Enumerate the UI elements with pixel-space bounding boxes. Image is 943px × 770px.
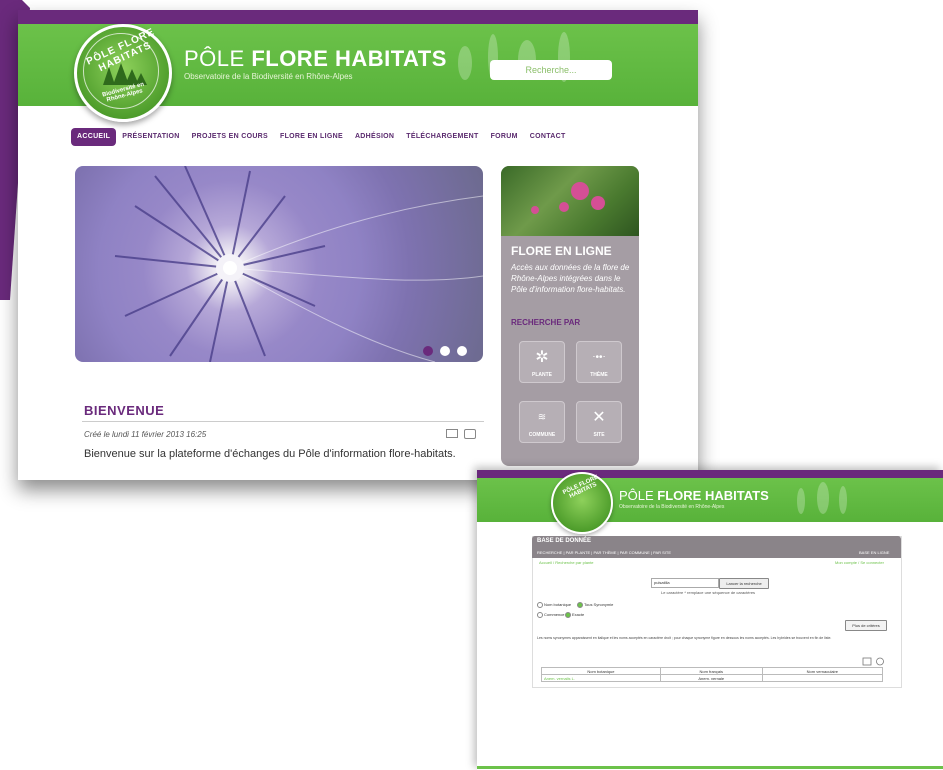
leaf-decoration <box>458 46 472 80</box>
radio-synonymie[interactable]: Tous Synonymie <box>577 602 613 608</box>
top-bar <box>18 10 698 24</box>
search-button[interactable]: Lancer la recherche <box>719 578 769 589</box>
account-links[interactable]: Mon compte / Se connecter <box>835 560 884 565</box>
table-cell: Anem. vernale <box>659 674 763 682</box>
site-logo[interactable]: PÔLE FLORE HABITATS <box>551 472 613 534</box>
bienvenue-text: Bienvenue sur la plateforme d'échanges d… <box>84 448 456 460</box>
column-header: Nom français <box>659 667 763 675</box>
slider-dot-3[interactable] <box>457 346 467 356</box>
database-title: BASE DE DONNÉE <box>537 538 592 544</box>
slider-dot-1[interactable] <box>423 346 433 356</box>
info-paragraph: Les noms synonymes apparaissent en itali… <box>537 636 832 640</box>
main-nav: ACCUEIL PRÉSENTATION PROJETS EN COURS FL… <box>71 128 572 146</box>
tile-label: THÈME <box>590 372 608 378</box>
email-icon[interactable] <box>446 429 458 438</box>
title-bold: FLORE HABITATS <box>251 46 447 71</box>
main-screenshot: PÔLE FLORE HABITATS Biodiversité en Rhôn… <box>18 10 698 480</box>
tile-label: SITE <box>593 432 605 438</box>
search-by-label: RECHERCHE PAR <box>511 318 581 327</box>
side-title: FLORE EN LIGNE <box>511 244 612 258</box>
table-row: Anem. vernalis L. Anem. vernale <box>541 674 884 682</box>
plant-icon: ✲ <box>535 349 549 366</box>
tile-label: COMMUNE <box>528 432 556 438</box>
flore-en-ligne-panel: FLORE EN LIGNE Accès aux données de la f… <box>501 166 639 466</box>
title-light: PÔLE <box>184 46 252 71</box>
leaf-decoration <box>817 482 829 514</box>
site-title: PÔLE FLORE HABITATS <box>619 488 769 503</box>
results-table: Nom botanique Nom français Nom vernacula… <box>541 667 884 682</box>
radio-circle <box>537 612 543 618</box>
radio-label: Commence <box>544 612 565 618</box>
site-subtitle: Observatoire de la Biodiversité en Rhône… <box>184 72 353 81</box>
print-icon[interactable] <box>464 429 476 439</box>
search-input[interactable]: Recherche... <box>490 60 612 80</box>
nav-item-telechargement[interactable]: TÉLÉCHARGEMENT <box>400 128 484 146</box>
hero-flower-image <box>75 166 483 362</box>
radio-exacte[interactable]: Exacte <box>565 612 584 618</box>
leaf-decoration <box>797 488 805 514</box>
breadcrumb[interactable]: Accueil / Recherche par plante <box>539 560 593 565</box>
nav-item-flore-en-ligne[interactable]: FLORE EN LIGNE <box>274 128 349 146</box>
column-header: Nom botanique <box>541 667 661 675</box>
tile-label: PLANTE <box>532 372 552 378</box>
search-hint: Le caractère * remplace une séquence de … <box>661 590 756 595</box>
table-header-row: Nom botanique Nom français Nom vernacula… <box>541 667 884 675</box>
pink-flower <box>571 182 589 200</box>
pink-flower <box>591 196 605 210</box>
nav-item-projets[interactable]: PROJETS EN COURS <box>186 128 274 146</box>
bottom-bar <box>477 766 943 769</box>
nav-item-presentation[interactable]: PRÉSENTATION <box>116 128 185 146</box>
site-title: PÔLE FLORE HABITATS <box>184 46 447 72</box>
radio-circle <box>537 602 543 608</box>
pink-flower <box>559 202 569 212</box>
nav-item-accueil[interactable]: ACCUEIL <box>71 128 117 146</box>
database-nav[interactable]: RECHERCHE | PAR PLANTE | PAR THÈME | PAR… <box>537 550 671 555</box>
tile-commune[interactable]: ≋ COMMUNE <box>519 401 565 443</box>
pink-flower <box>531 206 539 214</box>
table-cell-link[interactable]: Anem. vernalis L. <box>541 674 661 682</box>
tile-plante[interactable]: ✲ PLANTE <box>519 341 565 383</box>
title-bold: FLORE HABITATS <box>657 488 769 503</box>
search-input[interactable]: pulsatilla <box>651 578 719 588</box>
radio-commence[interactable]: Commence <box>537 612 564 618</box>
side-description: Accès aux données de la flore de Rhône-A… <box>511 263 630 294</box>
table-cell <box>761 674 884 682</box>
column-header: Nom vernaculaire <box>761 667 884 675</box>
theme-icon: ⋅••⋅ <box>592 352 606 363</box>
map-icon: ≋ <box>537 412 547 423</box>
flower-petals <box>114 166 483 362</box>
site-icon: ✕ <box>592 409 606 426</box>
leaf-decoration <box>839 486 847 514</box>
slider-dot-2[interactable] <box>440 346 450 356</box>
export-print-icons[interactable] <box>862 657 886 666</box>
database-screenshot: PÔLE FLORE HABITATS PÔLE FLORE HABITATS … <box>477 470 943 770</box>
title-light: PÔLE <box>619 488 658 503</box>
radio-label: Exacte <box>572 612 585 618</box>
nav-item-forum[interactable]: FORUM <box>485 128 524 146</box>
tile-site[interactable]: ✕ SITE <box>576 401 622 443</box>
site-subtitle: Observatoire de la Biodiversité en Rhône… <box>619 504 725 510</box>
more-criteria-button[interactable]: Plus de critères <box>845 620 887 631</box>
radio-label: Nom botanique <box>544 602 572 608</box>
radio-nom-botanique[interactable]: Nom botanique <box>537 602 571 608</box>
radio-circle <box>565 612 571 618</box>
flower-photo <box>501 166 639 236</box>
radio-label: Tous Synonymie <box>584 602 614 608</box>
tile-theme[interactable]: ⋅••⋅ THÈME <box>576 341 622 383</box>
divider <box>82 421 484 422</box>
radio-circle <box>577 602 583 608</box>
site-logo[interactable]: PÔLE FLORE HABITATS Biodiversité en Rhôn… <box>74 24 172 122</box>
database-right-link[interactable]: BASE EN LIGNE <box>859 550 889 555</box>
nav-item-adhesion[interactable]: ADHÉSION <box>349 128 400 146</box>
database-panel <box>532 536 902 688</box>
article-date: Créé le lundi 11 février 2013 16:25 <box>84 430 207 439</box>
nav-item-contact[interactable]: CONTACT <box>524 128 572 146</box>
bienvenue-title: BIENVENUE <box>84 403 165 418</box>
top-bar <box>477 470 943 478</box>
